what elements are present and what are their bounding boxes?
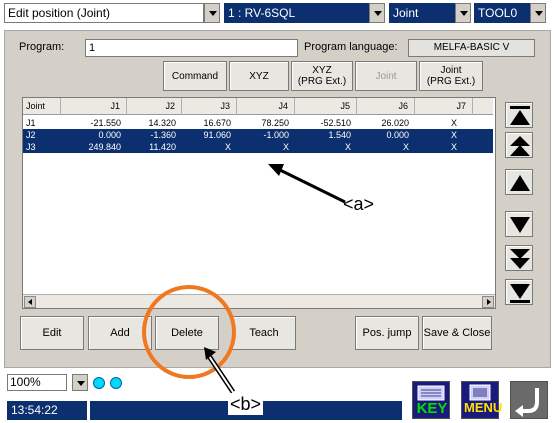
annotation-overlay xyxy=(142,164,346,394)
annotation-b-label: <b> xyxy=(228,394,264,415)
annotation-a-label: <a> xyxy=(343,194,375,214)
